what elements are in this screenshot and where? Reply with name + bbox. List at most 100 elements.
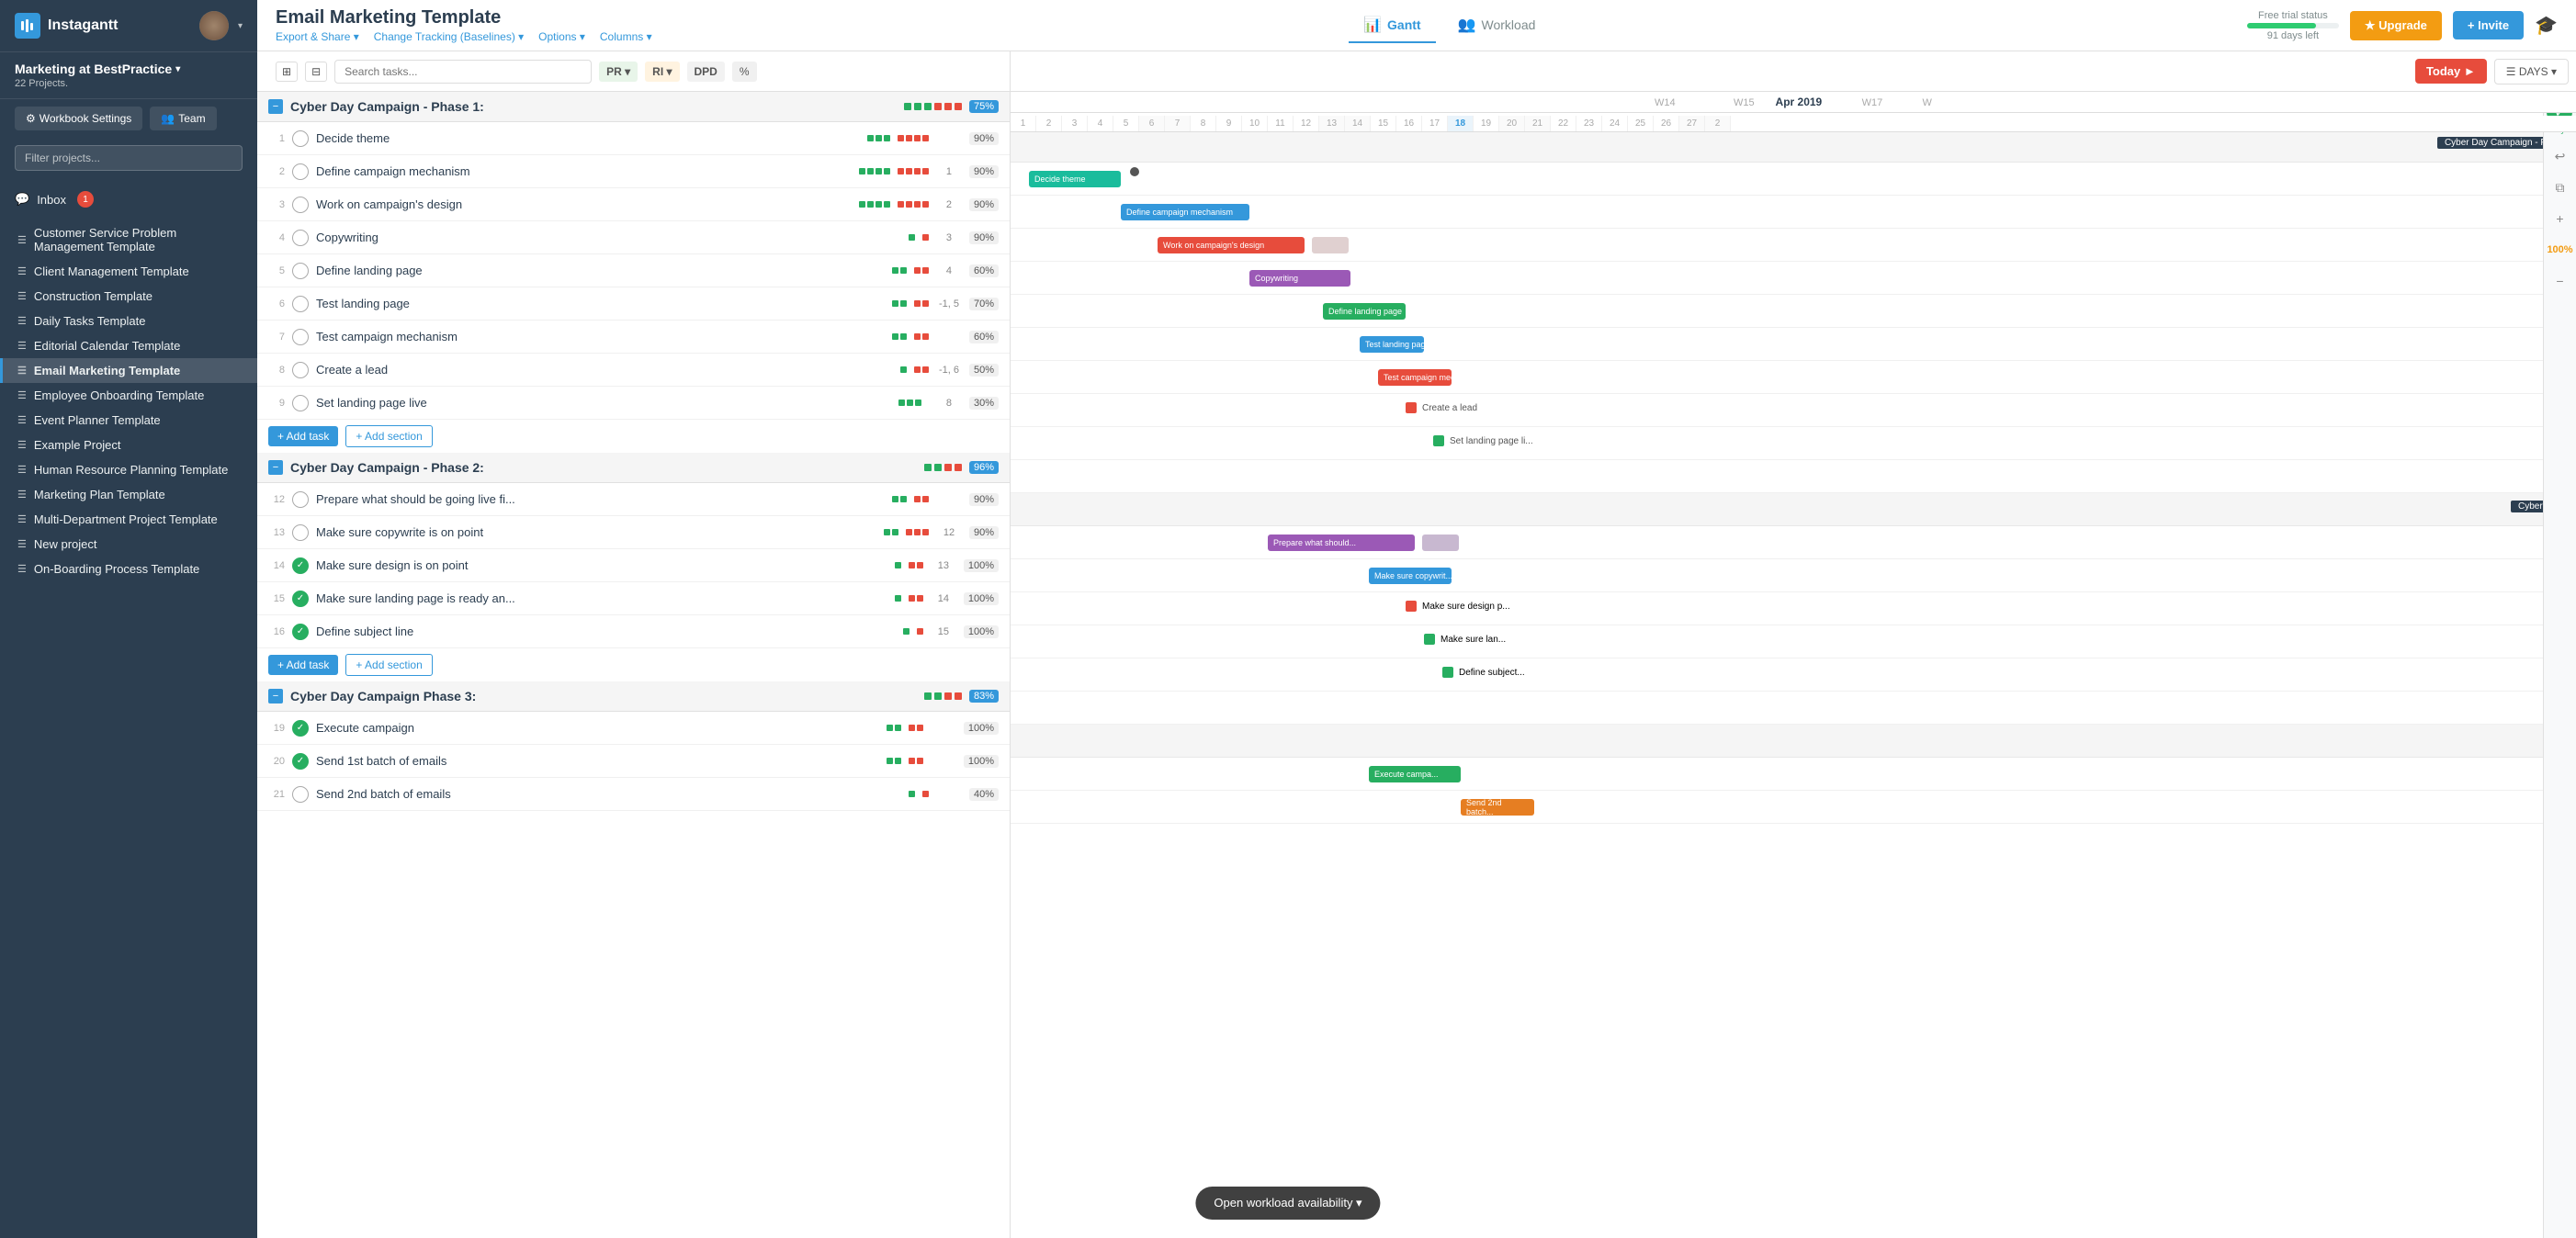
workload-availability-btn[interactable]: Open workload availability ▾ (1195, 1187, 1380, 1220)
sidebar-item-customer-service[interactable]: ☰ Customer Service Problem Management Te… (0, 220, 257, 259)
phase1-add-section-btn[interactable]: + Add section (345, 425, 432, 447)
search-input[interactable] (334, 60, 592, 84)
gantt-bar-design: Work on campaign's design (1158, 237, 1305, 253)
gantt-section-row-1: Cyber Day Campaign - Ph... (1011, 129, 2576, 163)
task-15-check[interactable] (292, 591, 309, 607)
topbar-left: Email Marketing Template Export & Share … (276, 7, 652, 43)
sidebar-item-multi-dept[interactable]: ☰ Multi-Department Project Template (0, 507, 257, 532)
indicator-dot (934, 103, 942, 110)
section-phase1-title: Cyber Day Campaign - Phase 1: (290, 99, 897, 114)
task-8-check[interactable] (292, 362, 309, 378)
task-21-check[interactable] (292, 786, 309, 803)
indicator-dot (955, 103, 962, 110)
task-5-ri (914, 267, 929, 274)
task-5-check[interactable] (292, 263, 309, 279)
pr-col-btn[interactable]: PR ▾ (599, 62, 638, 82)
gantt-task-row: Set landing page li... (1011, 427, 2576, 460)
section-phase1-header: − Cyber Day Campaign - Phase 1: 75% (257, 92, 1010, 122)
task-6-ri (914, 300, 929, 307)
minus-icon[interactable]: − (2548, 268, 2573, 294)
sidebar-item-email-marketing[interactable]: ☰ Email Marketing Template (0, 358, 257, 383)
sidebar-item-inbox[interactable]: 💬 Inbox 1 (0, 186, 257, 213)
section-phase1-pct: 75% (969, 100, 999, 113)
section-phase1-collapse[interactable]: − (268, 99, 283, 114)
task-16-check[interactable] (292, 624, 309, 640)
team-btn[interactable]: 👥 Team (150, 107, 216, 130)
logo-icon (15, 13, 40, 39)
tab-workload[interactable]: 👥 Workload (1443, 8, 1551, 43)
task-2-ri (898, 168, 929, 174)
invite-button[interactable]: + Invite (2453, 11, 2524, 39)
sidebar-item-employee-onboarding[interactable]: ☰ Employee Onboarding Template (0, 383, 257, 408)
export-share-btn[interactable]: Export & Share ▾ (276, 30, 359, 43)
workbook-settings-btn[interactable]: ⚙ Workbook Settings (15, 107, 142, 130)
task-list: − Cyber Day Campaign - Phase 1: 75% (257, 92, 1011, 811)
upgrade-button[interactable]: ★ Upgrade (2350, 11, 2442, 40)
view-toggle-btn[interactable]: ⊟ (305, 62, 327, 82)
workload-icon: 👥 (1458, 16, 1476, 34)
task-2-check[interactable] (292, 163, 309, 180)
phase2-add-task-btn[interactable]: + Add task (268, 655, 338, 675)
task-4-check[interactable] (292, 230, 309, 246)
columns-btn[interactable]: Columns ▾ (600, 30, 652, 43)
task-13-check[interactable] (292, 524, 309, 541)
percent-icon[interactable]: 100% (2548, 237, 2573, 263)
gantt-inner: W14 W15 Apr 2019 W17 W 12345678910111213… (1011, 92, 2576, 824)
task-20-check[interactable] (292, 753, 309, 770)
options-btn[interactable]: Options ▾ (538, 30, 585, 43)
task-row: 4 Copywriting 3 90% (257, 221, 1010, 254)
task-7-check[interactable] (292, 329, 309, 345)
view-tabs: 📊 Gantt 👥 Workload (1349, 8, 1550, 43)
task-9-check[interactable] (292, 395, 309, 411)
gantt-bar-decide-theme: Decide theme (1029, 171, 1121, 187)
task-12-check[interactable] (292, 491, 309, 508)
project-icon: ☰ (17, 414, 27, 426)
user-avatar[interactable] (199, 11, 229, 40)
diploma-icon[interactable]: 🎓 (2535, 14, 2558, 37)
sidebar-item-new-project[interactable]: ☰ New project (0, 532, 257, 557)
sidebar-item-daily-tasks[interactable]: ☰ Daily Tasks Template (0, 309, 257, 333)
gantt-task-row: Define campaign mechanism (1011, 196, 2576, 229)
task-7-pr (892, 333, 907, 340)
task-14-check[interactable] (292, 557, 309, 574)
tab-gantt[interactable]: 📊 Gantt (1349, 8, 1435, 43)
change-tracking-btn[interactable]: Change Tracking (Baselines) ▾ (374, 30, 524, 43)
section-phase3-collapse[interactable]: − (268, 689, 283, 703)
undo-icon[interactable]: ↩ (2548, 143, 2573, 169)
dpd-col-btn[interactable]: DPD (687, 62, 725, 82)
filter-input[interactable] (15, 145, 243, 171)
section-phase2-collapse[interactable]: − (268, 460, 283, 475)
task-19-check[interactable] (292, 720, 309, 737)
ri-col-btn[interactable]: RI ▾ (645, 62, 679, 82)
task-1-check[interactable] (292, 130, 309, 147)
workspace-section[interactable]: Marketing at BestPractice ▾ 22 Projects. (0, 52, 257, 99)
phase1-add-task-btn[interactable]: + Add task (268, 426, 338, 446)
task-6-check[interactable] (292, 296, 309, 312)
gantt-section-row-2: Cyber D... (1011, 493, 2576, 526)
copy-icon[interactable]: ⧉ (2548, 174, 2573, 200)
section-phase3-title: Cyber Day Campaign Phase 3: (290, 689, 917, 703)
task-row: 2 Define campaign mechanism (257, 155, 1010, 188)
sidebar-item-event-planner[interactable]: ☰ Event Planner Template (0, 408, 257, 433)
project-icon: ☰ (17, 464, 27, 476)
sidebar-item-editorial[interactable]: ☰ Editorial Calendar Template (0, 333, 257, 358)
add-icon[interactable]: + (2548, 206, 2573, 231)
workspace-name[interactable]: Marketing at BestPractice ▾ (15, 62, 243, 76)
phase2-add-section-btn[interactable]: + Add section (345, 654, 432, 676)
sidebar-item-onboarding[interactable]: ☰ On-Boarding Process Template (0, 557, 257, 581)
task-3-check[interactable] (292, 197, 309, 213)
topbar-actions: Export & Share ▾ Change Tracking (Baseli… (276, 30, 652, 43)
gantt-scroll[interactable]: W14 W15 Apr 2019 W17 W 12345678910111213… (1011, 92, 2576, 1238)
topbar-right: Free trial status 91 days left ★ Upgrade… (2247, 10, 2558, 41)
sidebar-item-hr-planning[interactable]: ☰ Human Resource Planning Template (0, 457, 257, 482)
pct-col-btn[interactable]: % (732, 62, 757, 82)
sidebar-item-example-project[interactable]: ☰ Example Project (0, 433, 257, 457)
add-col-btn[interactable]: ⊞ (276, 62, 298, 82)
page-title: Email Marketing Template (276, 7, 652, 28)
sidebar-item-construction[interactable]: ☰ Construction Template (0, 284, 257, 309)
today-button[interactable]: Today ► (2415, 59, 2487, 84)
sidebar-item-client-management[interactable]: ☰ Client Management Template (0, 259, 257, 284)
days-button[interactable]: ☰ DAYS ▾ (2494, 59, 2569, 84)
project-icon: ☰ (17, 365, 27, 377)
sidebar-item-marketing-plan[interactable]: ☰ Marketing Plan Template (0, 482, 257, 507)
